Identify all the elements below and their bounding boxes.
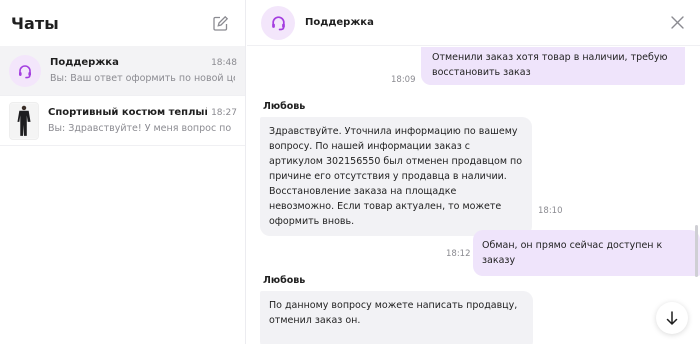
chat-list-header: Чаты bbox=[0, 0, 245, 46]
message-text: По данному вопросу можете написать прода… bbox=[269, 300, 518, 326]
new-chat-icon[interactable] bbox=[209, 12, 231, 34]
message-time: 18:09 bbox=[391, 75, 416, 85]
message-time: 18:10 bbox=[538, 206, 563, 216]
incoming-message: По данному вопросу можете написать прода… bbox=[260, 291, 533, 344]
incoming-message: Здравствуйте. Уточнила информацию по ваш… bbox=[260, 117, 532, 236]
chat-list-title: Чаты bbox=[11, 13, 59, 33]
chat-time: 18:48 bbox=[211, 57, 237, 68]
message-time: 18:12 bbox=[446, 249, 471, 259]
message-text: Отменили заказ хотя товар в наличии, тре… bbox=[432, 52, 668, 78]
chat-name: Поддержка bbox=[50, 57, 119, 68]
conversation-title: Поддержка bbox=[305, 17, 374, 28]
conversation-pane: Поддержка Отменили заказ хотя товар в на… bbox=[247, 0, 700, 344]
chat-time: 18:27 bbox=[211, 107, 237, 118]
message-text: Здравствуйте. Уточнила информацию по ваш… bbox=[269, 126, 523, 227]
scroll-down-button[interactable] bbox=[656, 302, 688, 334]
outgoing-message: Обман, он прямо сейчас доступен к заказу bbox=[473, 230, 700, 276]
arrow-down-icon bbox=[666, 311, 678, 325]
message-author: Любовь bbox=[263, 275, 306, 286]
message-text: Обман, он прямо сейчас доступен к заказу bbox=[482, 240, 663, 266]
chat-preview: Вы: Здравствуйте! У меня вопрос по товар… bbox=[48, 123, 233, 134]
scrollbar[interactable] bbox=[695, 225, 698, 277]
chat-item-support[interactable]: Поддержка 18:48 Вы: Ваш ответ оформить п… bbox=[0, 46, 245, 96]
message-list[interactable]: Отменили заказ хотя товар в наличии, тре… bbox=[247, 47, 700, 344]
product-thumbnail bbox=[9, 101, 39, 140]
chat-item-product[interactable]: Спортивный костюм теплый с начёсом 18:27… bbox=[0, 96, 245, 146]
support-avatar bbox=[9, 54, 41, 87]
outgoing-message: Отменили заказ хотя товар в наличии, тре… bbox=[421, 47, 685, 85]
chat-preview: Вы: Ваш ответ оформить по новой цене bbox=[50, 73, 235, 84]
chat-list: Поддержка 18:48 Вы: Ваш ответ оформить п… bbox=[0, 46, 245, 146]
conversation-header: Поддержка bbox=[247, 0, 700, 46]
message-author: Любовь bbox=[263, 101, 306, 112]
headset-icon bbox=[19, 64, 31, 78]
close-icon[interactable] bbox=[668, 14, 686, 32]
headset-icon bbox=[271, 16, 285, 31]
support-avatar bbox=[261, 5, 295, 40]
chat-list-pane: Чаты Поддержка 18:48 Вы: Ваш ответ оформ… bbox=[0, 0, 246, 344]
chat-name: Спортивный костюм теплый с начёсом bbox=[48, 107, 207, 118]
